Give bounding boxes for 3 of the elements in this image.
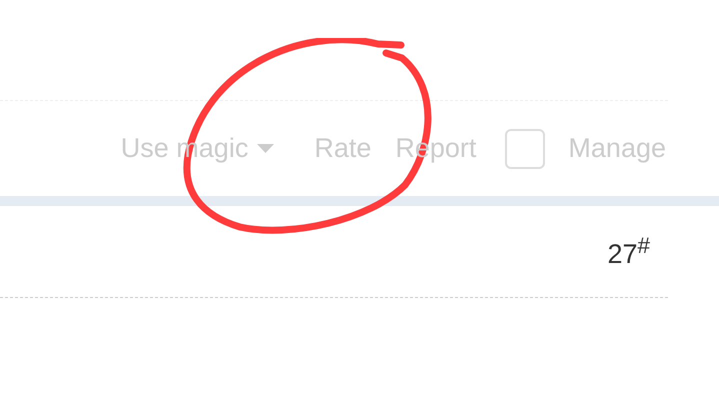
row-value: 27$^{#}$: [607, 233, 650, 270]
checkbox[interactable]: [505, 128, 546, 168]
caret-icon: [257, 144, 274, 153]
